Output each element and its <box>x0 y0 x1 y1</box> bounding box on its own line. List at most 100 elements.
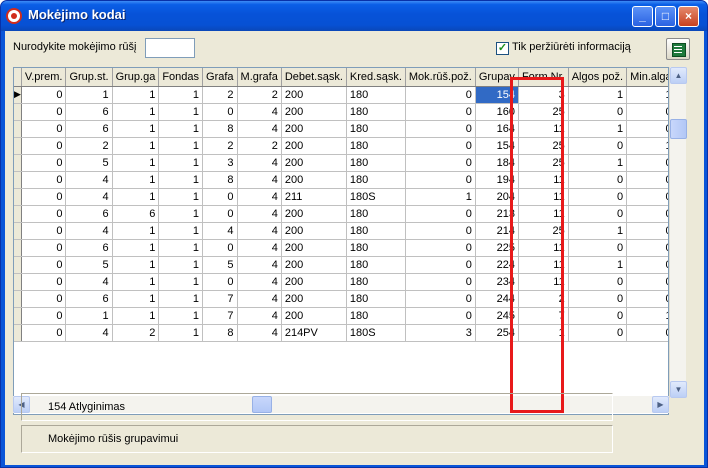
table-cell[interactable]: 6 <box>65 290 113 308</box>
export-excel-button[interactable] <box>666 38 690 60</box>
table-cell[interactable]: 0 <box>568 307 628 325</box>
table-cell[interactable]: 200 <box>281 239 347 257</box>
table-cell[interactable]: 0 <box>626 205 668 223</box>
table-cell[interactable]: 1 <box>568 154 628 172</box>
table-cell[interactable]: 5 <box>65 256 113 274</box>
table-row[interactable]: 041104211180S12041100 <box>14 188 668 206</box>
table-row[interactable]: 05115420018002241110 <box>14 256 668 274</box>
table-cell[interactable]: 200 <box>281 137 347 155</box>
table-cell[interactable]: 1 <box>112 290 160 308</box>
table-cell[interactable]: 7 <box>202 290 238 308</box>
row-indicator[interactable] <box>14 239 22 257</box>
table-cell[interactable]: 180 <box>346 222 406 240</box>
table-cell[interactable]: 0 <box>21 120 67 138</box>
table-cell[interactable]: 0 <box>202 239 238 257</box>
table-cell[interactable]: 3 <box>202 154 238 172</box>
table-cell[interactable]: 0 <box>626 103 668 121</box>
column-header[interactable]: Fondas <box>158 68 204 87</box>
table-cell[interactable]: 0 <box>626 120 668 138</box>
vertical-scrollbar[interactable]: ▲ ▼ <box>669 67 687 398</box>
table-row[interactable]: ▶0111222001800154311 <box>14 86 668 104</box>
table-cell[interactable]: 4 <box>65 324 113 342</box>
table-cell[interactable]: 4 <box>237 103 282 121</box>
table-cell[interactable]: 1 <box>112 256 160 274</box>
table-row[interactable]: 04110420018002341100 <box>14 273 668 291</box>
table-cell[interactable]: 1 <box>158 103 204 121</box>
table-cell[interactable]: 180 <box>346 239 406 257</box>
table-cell[interactable]: 180 <box>346 137 406 155</box>
table-cell[interactable]: 0 <box>21 239 67 257</box>
table-cell[interactable]: 1 <box>158 273 204 291</box>
table-cell[interactable]: 0 <box>21 103 67 121</box>
table-cell[interactable]: 0 <box>405 256 476 274</box>
scroll-right-icon[interactable]: ▶ <box>652 396 669 413</box>
table-cell[interactable]: 4 <box>237 324 282 342</box>
table-cell[interactable]: 0 <box>626 188 668 206</box>
table-row[interactable]: 04118420018001941100 <box>14 171 668 189</box>
column-header[interactable]: Kred.sąsk. <box>346 68 406 87</box>
table-cell[interactable]: 4 <box>237 256 282 274</box>
table-cell[interactable]: 0 <box>405 273 476 291</box>
table-row[interactable]: 042184214PV180S3254100 <box>14 324 668 342</box>
table-cell[interactable]: 2 <box>112 324 160 342</box>
table-cell[interactable]: 4 <box>202 222 238 240</box>
table-cell[interactable]: 1 <box>112 137 160 155</box>
table-cell[interactable]: 200 <box>281 86 347 104</box>
vertical-scroll-thumb[interactable] <box>670 119 687 139</box>
table-cell[interactable]: 1 <box>158 188 204 206</box>
table-row[interactable]: 06110420018002251100 <box>14 239 668 257</box>
table-cell[interactable]: 0 <box>21 154 67 172</box>
table-cell[interactable]: 200 <box>281 307 347 325</box>
payment-type-input[interactable] <box>145 38 195 58</box>
table-cell[interactable]: 0 <box>405 205 476 223</box>
table-cell[interactable]: 8 <box>202 324 238 342</box>
table-cell[interactable]: 0 <box>568 205 628 223</box>
table-cell[interactable]: 4 <box>237 239 282 257</box>
table-row[interactable]: 0111742001800245701 <box>14 307 668 325</box>
view-only-checkbox[interactable]: ✓ <box>496 42 509 55</box>
table-cell[interactable]: 0 <box>568 188 628 206</box>
table-cell[interactable]: 8 <box>202 120 238 138</box>
table-cell[interactable]: 200 <box>281 120 347 138</box>
table-cell[interactable]: 214PV <box>281 324 347 342</box>
table-cell[interactable]: 180 <box>346 273 406 291</box>
table-cell[interactable]: 1 <box>112 86 160 104</box>
table-cell[interactable]: 0 <box>626 273 668 291</box>
title-bar[interactable]: Mokėjimo kodai _ □ × <box>1 1 707 31</box>
table-cell[interactable]: 180S <box>346 188 406 206</box>
table-cell[interactable]: 1 <box>65 86 113 104</box>
table-cell[interactable]: 0 <box>568 239 628 257</box>
table-cell[interactable]: 1 <box>626 307 668 325</box>
table-cell[interactable]: 6 <box>65 205 113 223</box>
table-cell[interactable]: 180 <box>346 171 406 189</box>
table-cell[interactable]: 0 <box>405 171 476 189</box>
table-cell[interactable]: 1 <box>626 137 668 155</box>
table-cell[interactable]: 200 <box>281 154 347 172</box>
table-cell[interactable]: 1 <box>158 86 204 104</box>
column-header[interactable]: Grup.ga <box>112 68 160 87</box>
table-cell[interactable]: 1 <box>112 120 160 138</box>
row-indicator[interactable] <box>14 307 22 325</box>
table-cell[interactable]: 180 <box>346 154 406 172</box>
row-indicator[interactable] <box>14 137 22 155</box>
table-cell[interactable]: 0 <box>21 273 67 291</box>
table-cell[interactable]: 0 <box>405 103 476 121</box>
column-header[interactable]: Min.alga <box>626 68 668 87</box>
table-cell[interactable]: 0 <box>21 188 67 206</box>
table-cell[interactable]: 6 <box>65 103 113 121</box>
table-cell[interactable]: 180 <box>346 120 406 138</box>
table-cell[interactable]: 0 <box>405 290 476 308</box>
table-cell[interactable]: 0 <box>202 188 238 206</box>
column-header[interactable]: Algos pož. <box>568 68 628 87</box>
table-cell[interactable]: 1 <box>112 188 160 206</box>
table-cell[interactable]: 1 <box>158 222 204 240</box>
table-cell[interactable]: 4 <box>237 307 282 325</box>
table-cell[interactable]: 0 <box>202 205 238 223</box>
table-cell[interactable]: 1 <box>626 86 668 104</box>
table-cell[interactable]: 1 <box>158 239 204 257</box>
table-cell[interactable]: 1 <box>158 120 204 138</box>
scroll-up-icon[interactable]: ▲ <box>670 67 687 84</box>
table-cell[interactable]: 0 <box>626 256 668 274</box>
table-cell[interactable]: 4 <box>237 154 282 172</box>
table-row[interactable]: 0611742001800244200 <box>14 290 668 308</box>
